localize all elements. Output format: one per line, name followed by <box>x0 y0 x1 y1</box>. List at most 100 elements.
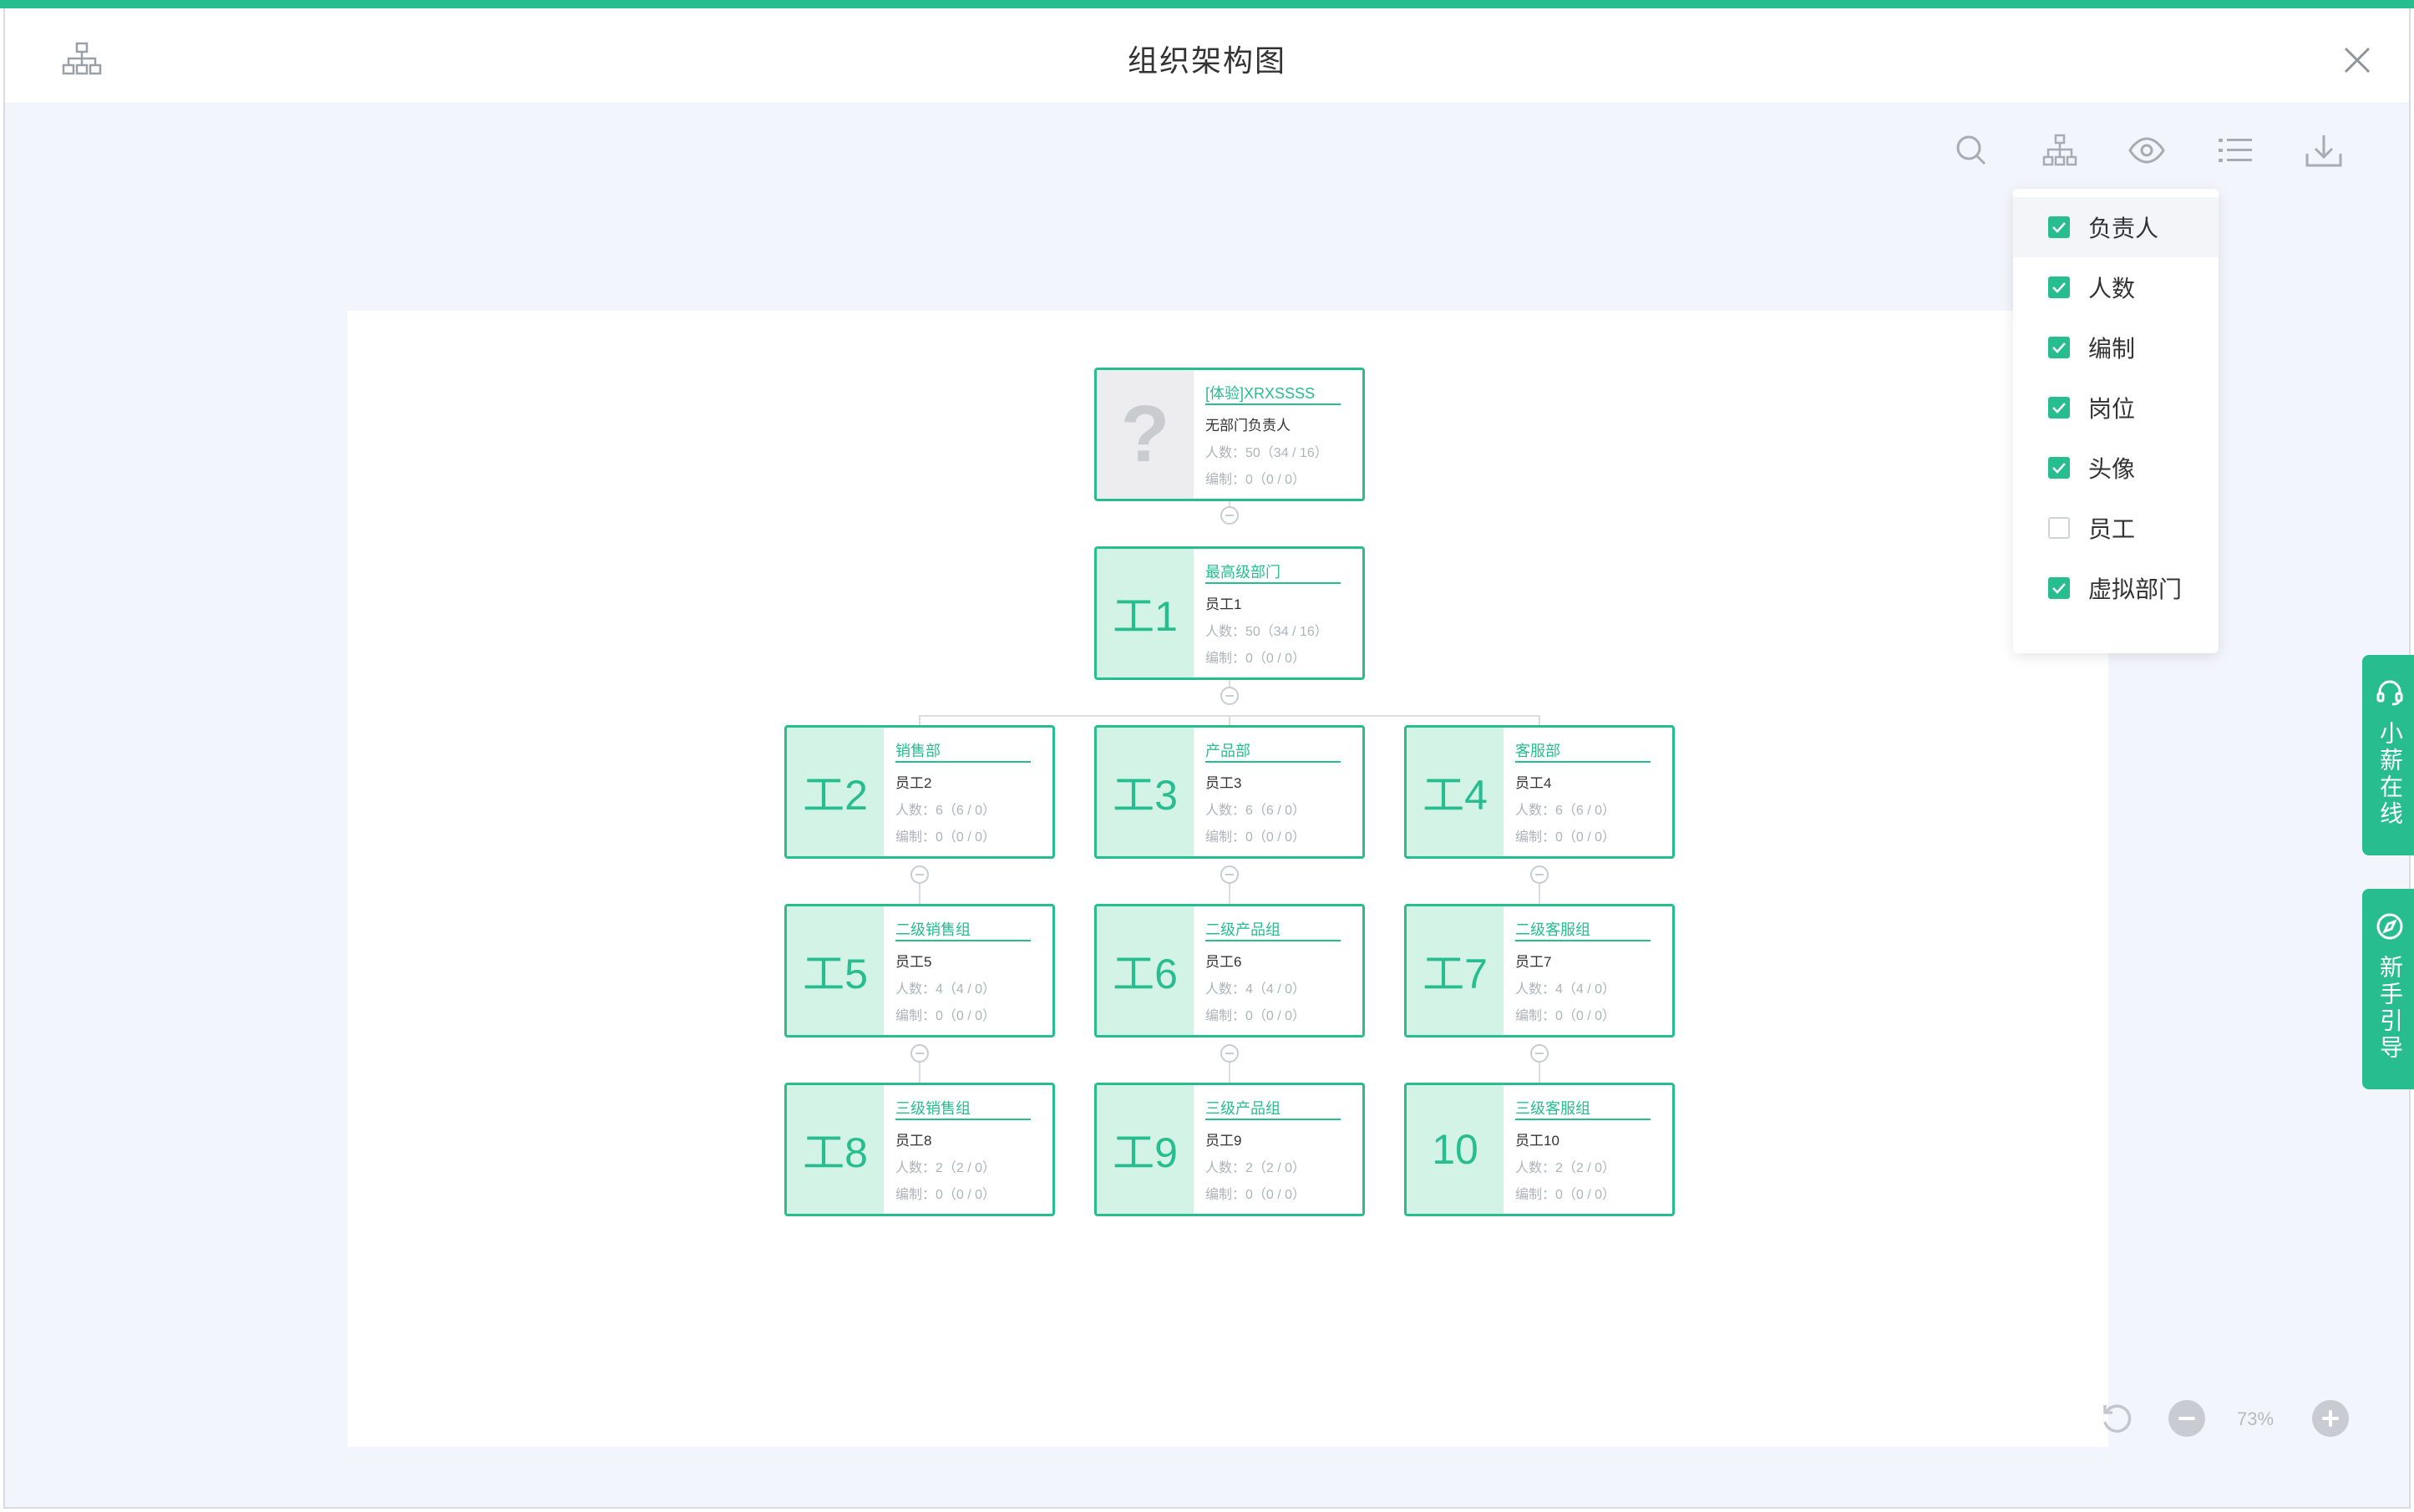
headcount: 人数：50（34 / 16） <box>1205 625 1328 639</box>
headset-icon <box>2376 678 2404 711</box>
avatar: 工2 <box>787 728 884 856</box>
org-node-product[interactable]: 工3 产品部 员工3 人数：6（6 / 0） 编制：0（0 / 0） <box>1094 725 1365 859</box>
checkbox-checked-icon[interactable] <box>2048 577 2070 599</box>
eye-icon[interactable] <box>2127 130 2167 170</box>
headcount: 人数：2（2 / 0） <box>895 1161 997 1175</box>
close-icon[interactable] <box>2340 43 2374 77</box>
org-node-sales-l3[interactable]: 工8 三级销售组 员工8 人数：2（2 / 0） 编制：0（0 / 0） <box>784 1083 1055 1216</box>
search-icon[interactable] <box>1951 130 1991 170</box>
dept-name: 三级销售组 <box>895 1097 1031 1120</box>
headcount: 人数：4（4 / 0） <box>1515 982 1616 997</box>
dept-leader: 员工3 <box>1205 775 1242 791</box>
dept-leader: 员工9 <box>1205 1133 1242 1149</box>
org-node-sales-l2[interactable]: 工5 二级销售组 员工5 人数：4（4 / 0） 编制：0（0 / 0） <box>784 904 1055 1038</box>
list-icon[interactable] <box>2215 130 2255 170</box>
dept-name: 二级客服组 <box>1515 918 1651 941</box>
option-label: 人数 <box>2088 276 2136 302</box>
avatar-placeholder: ? <box>1097 370 1194 499</box>
headcount: 人数：2（2 / 0） <box>1515 1161 1616 1175</box>
avatar: 工5 <box>787 906 884 1035</box>
dept-leader: 员工10 <box>1515 1133 1559 1149</box>
dept-name: 销售部 <box>895 739 1031 763</box>
quota: 编制：0（0 / 0） <box>1205 830 1306 845</box>
collapse-toggle[interactable] <box>910 1044 929 1063</box>
headcount: 人数：4（4 / 0） <box>1205 982 1306 997</box>
quota: 编制：0（0 / 0） <box>1515 1009 1616 1023</box>
beginner-guide-tab[interactable]: 新手引导 <box>2362 889 2414 1089</box>
display-options-menu: 负责人 人数 编制 岗位 头像 员工 虚拟部门 <box>2013 189 2219 653</box>
option-employee[interactable]: 员工 <box>2013 498 2219 558</box>
avatar: 工7 <box>1407 906 1504 1035</box>
avatar: 工4 <box>1407 728 1504 856</box>
avatar: 工1 <box>1097 549 1194 677</box>
avatar: 工9 <box>1097 1085 1194 1214</box>
collapse-toggle[interactable] <box>1530 1044 1549 1063</box>
reset-view-icon[interactable] <box>2098 1400 2135 1437</box>
option-avatar[interactable]: 头像 <box>2013 438 2219 498</box>
collapse-toggle[interactable] <box>1220 687 1239 705</box>
dept-name: 客服部 <box>1515 739 1651 763</box>
dept-name: [体验]XRXSSSS <box>1205 382 1341 405</box>
compass-icon <box>2376 912 2404 945</box>
org-structure-icon[interactable] <box>2040 130 2080 170</box>
avatar: 10 <box>1407 1085 1504 1214</box>
org-node-product-l2[interactable]: 工6 二级产品组 员工6 人数：4（4 / 0） 编制：0（0 / 0） <box>1094 904 1365 1038</box>
zoom-level: 73% <box>2237 1408 2275 1429</box>
option-position[interactable]: 岗位 <box>2013 378 2219 438</box>
org-node-root[interactable]: ? [体验]XRXSSSS 无部门负责人 人数：50（34 / 16） 编制：0… <box>1094 368 1365 501</box>
org-node-product-l3[interactable]: 工9 三级产品组 员工9 人数：2（2 / 0） 编制：0（0 / 0） <box>1094 1083 1365 1216</box>
option-label: 负责人 <box>2088 216 2159 241</box>
headcount: 人数：50（34 / 16） <box>1205 446 1328 460</box>
option-virtual-dept[interactable]: 虚拟部门 <box>2013 558 2219 618</box>
quota: 编制：0（0 / 0） <box>1205 473 1306 487</box>
collapse-toggle[interactable] <box>910 865 929 884</box>
checkbox-checked-icon[interactable] <box>2048 397 2070 419</box>
dept-leader: 员工5 <box>895 954 932 970</box>
checkbox-checked-icon[interactable] <box>2048 337 2070 358</box>
checkbox-checked-icon[interactable] <box>2048 277 2070 298</box>
avatar: 工8 <box>787 1085 884 1214</box>
option-label: 岗位 <box>2088 396 2136 422</box>
quota: 编制：0（0 / 0） <box>1515 1188 1616 1202</box>
side-tab-label: 小薪在线 <box>2377 721 2403 828</box>
headcount: 人数：6（6 / 0） <box>1515 804 1616 818</box>
org-node-service-l3[interactable]: 10 三级客服组 员工10 人数：2（2 / 0） 编制：0（0 / 0） <box>1404 1083 1675 1216</box>
dept-leader: 员工6 <box>1205 954 1242 970</box>
dept-name: 最高级部门 <box>1205 561 1341 584</box>
avatar: 工3 <box>1097 728 1194 856</box>
online-support-tab[interactable]: 小薪在线 <box>2362 655 2414 855</box>
quota: 编制：0（0 / 0） <box>1205 1188 1306 1202</box>
collapse-toggle[interactable] <box>1220 1044 1239 1063</box>
checkbox-checked-icon[interactable] <box>2048 457 2070 479</box>
quota: 编制：0（0 / 0） <box>1205 1009 1306 1023</box>
zoom-out-button[interactable] <box>2168 1400 2205 1437</box>
org-node-top[interactable]: 工1 最高级部门 员工1 人数：50（34 / 16） 编制：0（0 / 0） <box>1094 546 1365 680</box>
option-quota[interactable]: 编制 <box>2013 317 2219 378</box>
org-node-service[interactable]: 工4 客服部 员工4 人数：6（6 / 0） 编制：0（0 / 0） <box>1404 725 1675 859</box>
dept-name: 三级客服组 <box>1515 1097 1651 1120</box>
collapse-toggle[interactable] <box>1530 865 1549 884</box>
option-label: 头像 <box>2088 456 2136 482</box>
dept-name: 二级销售组 <box>895 918 1031 941</box>
download-icon[interactable] <box>2304 130 2344 170</box>
dept-leader: 员工2 <box>895 775 932 791</box>
dept-leader: 无部门负责人 <box>1205 418 1291 434</box>
option-label: 虚拟部门 <box>2088 576 2183 602</box>
org-chart-window: 组织架构图 ? [体验]XRXSSSS 无部门负责人 人数：50（34 / 16… <box>3 8 2414 1509</box>
option-leader[interactable]: 负责人 <box>2013 197 2219 257</box>
quota: 编制：0（0 / 0） <box>1205 652 1306 666</box>
zoom-in-button[interactable] <box>2312 1400 2349 1437</box>
headcount: 人数：4（4 / 0） <box>895 982 997 997</box>
option-headcount[interactable]: 人数 <box>2013 257 2219 317</box>
checkbox-checked-icon[interactable] <box>2048 216 2070 238</box>
quota: 编制：0（0 / 0） <box>895 830 997 845</box>
collapse-toggle[interactable] <box>1220 506 1239 525</box>
page-title: 组织架构图 <box>1127 43 1286 78</box>
org-node-service-l2[interactable]: 工7 二级客服组 员工7 人数：4（4 / 0） 编制：0（0 / 0） <box>1404 904 1675 1038</box>
org-node-sales[interactable]: 工2 销售部 员工2 人数：6（6 / 0） 编制：0（0 / 0） <box>784 725 1055 859</box>
quota: 编制：0（0 / 0） <box>895 1009 997 1023</box>
chart-canvas[interactable]: ? [体验]XRXSSSS 无部门负责人 人数：50（34 / 16） 编制：0… <box>347 311 2108 1447</box>
collapse-toggle[interactable] <box>1220 865 1239 884</box>
quota: 编制：0（0 / 0） <box>1515 830 1616 845</box>
checkbox-unchecked-icon[interactable] <box>2048 517 2070 539</box>
